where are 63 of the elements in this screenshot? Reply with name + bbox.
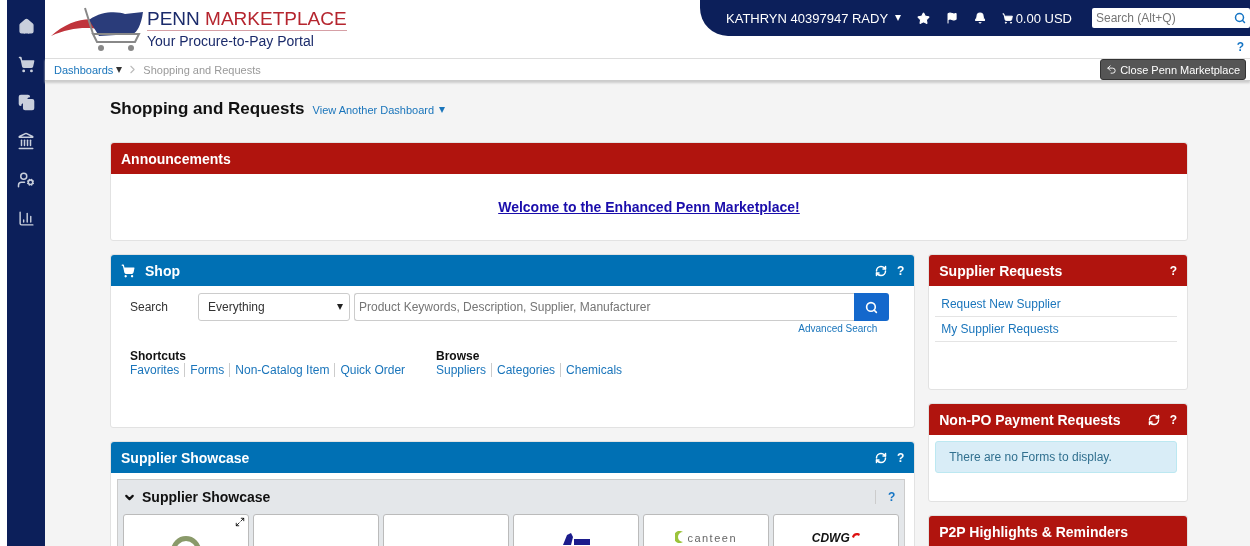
- group-title: Shortcuts: [130, 349, 187, 363]
- close-button[interactable]: Close Penn Marketplace: [1100, 59, 1246, 80]
- supplier-logo-text: canteen: [687, 531, 738, 545]
- refresh-icon[interactable]: [1147, 413, 1160, 426]
- bell-icon[interactable]: [974, 11, 987, 25]
- shortcut-link[interactable]: Suppliers: [436, 363, 492, 377]
- announcement-link[interactable]: Welcome to the Enhanced Penn Marketplace!: [498, 199, 800, 215]
- breadcrumb-current: Shopping and Requests: [143, 63, 261, 76]
- star-icon[interactable]: [917, 10, 931, 26]
- bank-icon[interactable]: [17, 132, 35, 150]
- panel-link[interactable]: My Supplier Requests: [935, 317, 1177, 342]
- help-link[interactable]: ?: [1230, 36, 1250, 58]
- shortcut-link[interactable]: Non-Catalog Item: [229, 363, 335, 377]
- supplier-tile[interactable]: canteen: [643, 514, 770, 546]
- logo-tagline: Your Procure-to-Pay Portal: [147, 31, 315, 51]
- search-label: Search: [130, 300, 170, 314]
- search-icon: [865, 300, 879, 314]
- search-button[interactable]: [854, 293, 890, 321]
- info-notice: There are no Forms to display.: [935, 441, 1177, 473]
- shortcut-link[interactable]: Categories: [491, 363, 561, 377]
- bar-chart-icon[interactable]: [17, 210, 35, 227]
- panel-title: Supplier Requests: [939, 262, 1063, 279]
- help-link[interactable]: ?: [1169, 263, 1177, 278]
- logo-title: PENN MARKETPLACE: [147, 7, 347, 31]
- cart-icon[interactable]: [1002, 11, 1014, 25]
- advanced-search-link[interactable]: Advanced Search: [798, 321, 878, 335]
- help-link[interactable]: ?: [1169, 412, 1177, 427]
- undo-icon: [1106, 64, 1118, 75]
- expand-icon[interactable]: [235, 517, 246, 527]
- documents-icon[interactable]: [17, 94, 35, 111]
- user-icon[interactable]: [17, 171, 35, 189]
- shortcut-link[interactable]: Forms: [184, 363, 230, 377]
- panel-title: Announcements: [121, 150, 231, 167]
- cart-icon: [121, 263, 135, 278]
- panel-title: Non-PO Payment Requests: [939, 411, 1121, 428]
- panel-title: Shop: [145, 262, 180, 279]
- cart-icon[interactable]: [17, 56, 35, 73]
- help-link[interactable]: ?: [896, 450, 905, 465]
- help-link[interactable]: ?: [874, 490, 900, 504]
- group-title: Browse: [436, 349, 481, 363]
- flag-icon[interactable]: [946, 11, 959, 25]
- home-icon[interactable]: [17, 18, 35, 35]
- panel-link[interactable]: Request New Supplier: [935, 292, 1177, 317]
- scope-dropdown[interactable]: Everything: [198, 293, 350, 321]
- search-field[interactable]: Search (Alt+Q): [1092, 8, 1250, 28]
- product-search-field[interactable]: Product Keywords, Description, Supplier, Manufacturer: [354, 293, 855, 321]
- cart-total[interactable]: 0.00 USD: [1015, 10, 1072, 26]
- shortcut-link[interactable]: Chemicals: [560, 363, 628, 377]
- shortcut-link[interactable]: Quick Order: [334, 363, 411, 377]
- panel-title: Supplier Showcase: [121, 449, 250, 466]
- refresh-icon[interactable]: [874, 264, 887, 277]
- search-icon[interactable]: [1234, 12, 1246, 24]
- user-menu[interactable]: KATHRYN 40397947 RADY: [726, 10, 902, 26]
- page-title: Shopping and Requests: [110, 99, 305, 119]
- breadcrumb-link[interactable]: Dashboards: [54, 63, 123, 76]
- refresh-icon[interactable]: [874, 451, 887, 464]
- supplier-tile[interactable]: CDWG: [773, 514, 900, 546]
- help-link[interactable]: ?: [896, 263, 905, 278]
- panel-title: P2P Highlights & Reminders: [939, 523, 1129, 540]
- dashboard-switch-link[interactable]: View Another Dashboard: [312, 104, 446, 116]
- supplier-logo-text: CDWG: [811, 531, 850, 545]
- shortcut-link[interactable]: Favorites: [130, 363, 185, 377]
- section-title: Supplier Showcase: [142, 489, 271, 505]
